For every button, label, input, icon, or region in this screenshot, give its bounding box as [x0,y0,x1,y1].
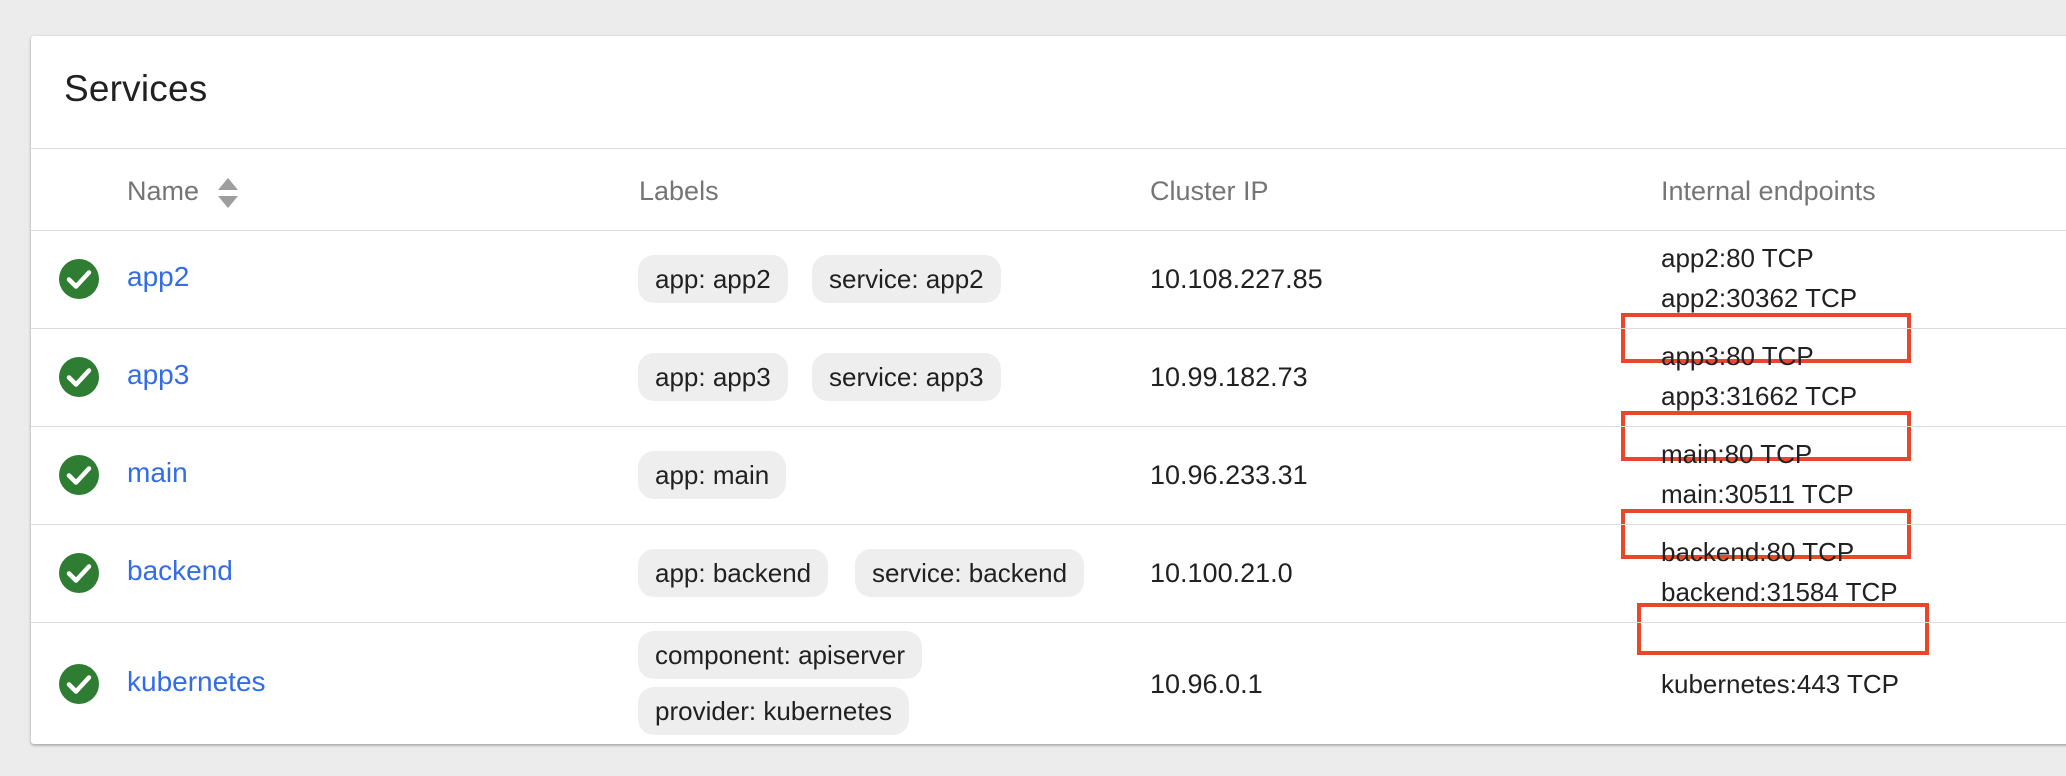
check-circle-icon [59,664,99,704]
card-title: Services [64,68,208,109]
table-row: app2 app: app2 service: app2 10.108.227.… [31,231,2066,363]
cluster-ip: 10.99.182.73 [1150,362,1308,392]
label-chip: app: app3 [638,353,788,401]
check-circle-icon [59,259,99,299]
internal-endpoint: app2:80 TCP [1661,243,1814,273]
cluster-ip: 10.96.233.31 [1150,460,1308,490]
label-chip: app: main [638,451,787,499]
table-row: app3 app: app3 service: app3 10.99.182.7… [31,329,2066,461]
services-card: Services Name Labels Cluster IP Internal… [31,36,2066,744]
table-row: kubernetes component: apiserver provider… [31,623,2066,744]
service-name-link[interactable]: app3 [127,359,189,391]
column-header-name[interactable]: Name [127,176,199,207]
internal-endpoint-highlighted: app3:31662 TCP [1661,381,1858,411]
service-name-link[interactable]: backend [127,555,233,587]
internal-endpoint-highlighted: main:30511 TCP [1661,479,1854,509]
label-chip: app: app2 [638,255,788,303]
column-header-cluster-ip: Cluster IP [1150,176,1269,206]
cluster-ip: 10.100.21.0 [1150,558,1293,588]
label-chip: service: app3 [812,353,1001,401]
column-header-labels: Labels [639,176,719,206]
internal-endpoint: kubernetes:443 TCP [1661,669,1899,699]
label-chip: app: backend [638,549,829,597]
check-circle-icon [59,357,99,397]
label-chip: service: backend [855,549,1085,597]
label-chip: provider: kubernetes [638,687,910,735]
sort-icon[interactable] [216,176,240,210]
service-name-link[interactable]: kubernetes [127,666,266,698]
internal-endpoint: main:80 TCP [1661,439,1813,469]
table-row: backend app: backend service: backend 10… [31,525,2066,655]
check-circle-icon [59,455,99,495]
column-header-internal-endpoints: Internal endpoints [1661,176,1876,206]
check-circle-icon [59,553,99,593]
internal-endpoint: app3:80 TCP [1661,341,1814,371]
label-chip: service: app2 [812,255,1001,303]
header-divider [31,148,2066,149]
internal-endpoint-highlighted: app2:30362 TCP [1661,283,1858,313]
internal-endpoint: backend:80 TCP [1661,537,1855,567]
service-name-link[interactable]: app2 [127,261,189,293]
cluster-ip: 10.96.0.1 [1150,669,1263,699]
table-row: main app: main 10.96.233.31 main:80 TCP … [31,427,2066,559]
cluster-ip: 10.108.227.85 [1150,264,1323,294]
label-chip: component: apiserver [638,631,923,679]
service-name-link[interactable]: main [127,457,188,489]
